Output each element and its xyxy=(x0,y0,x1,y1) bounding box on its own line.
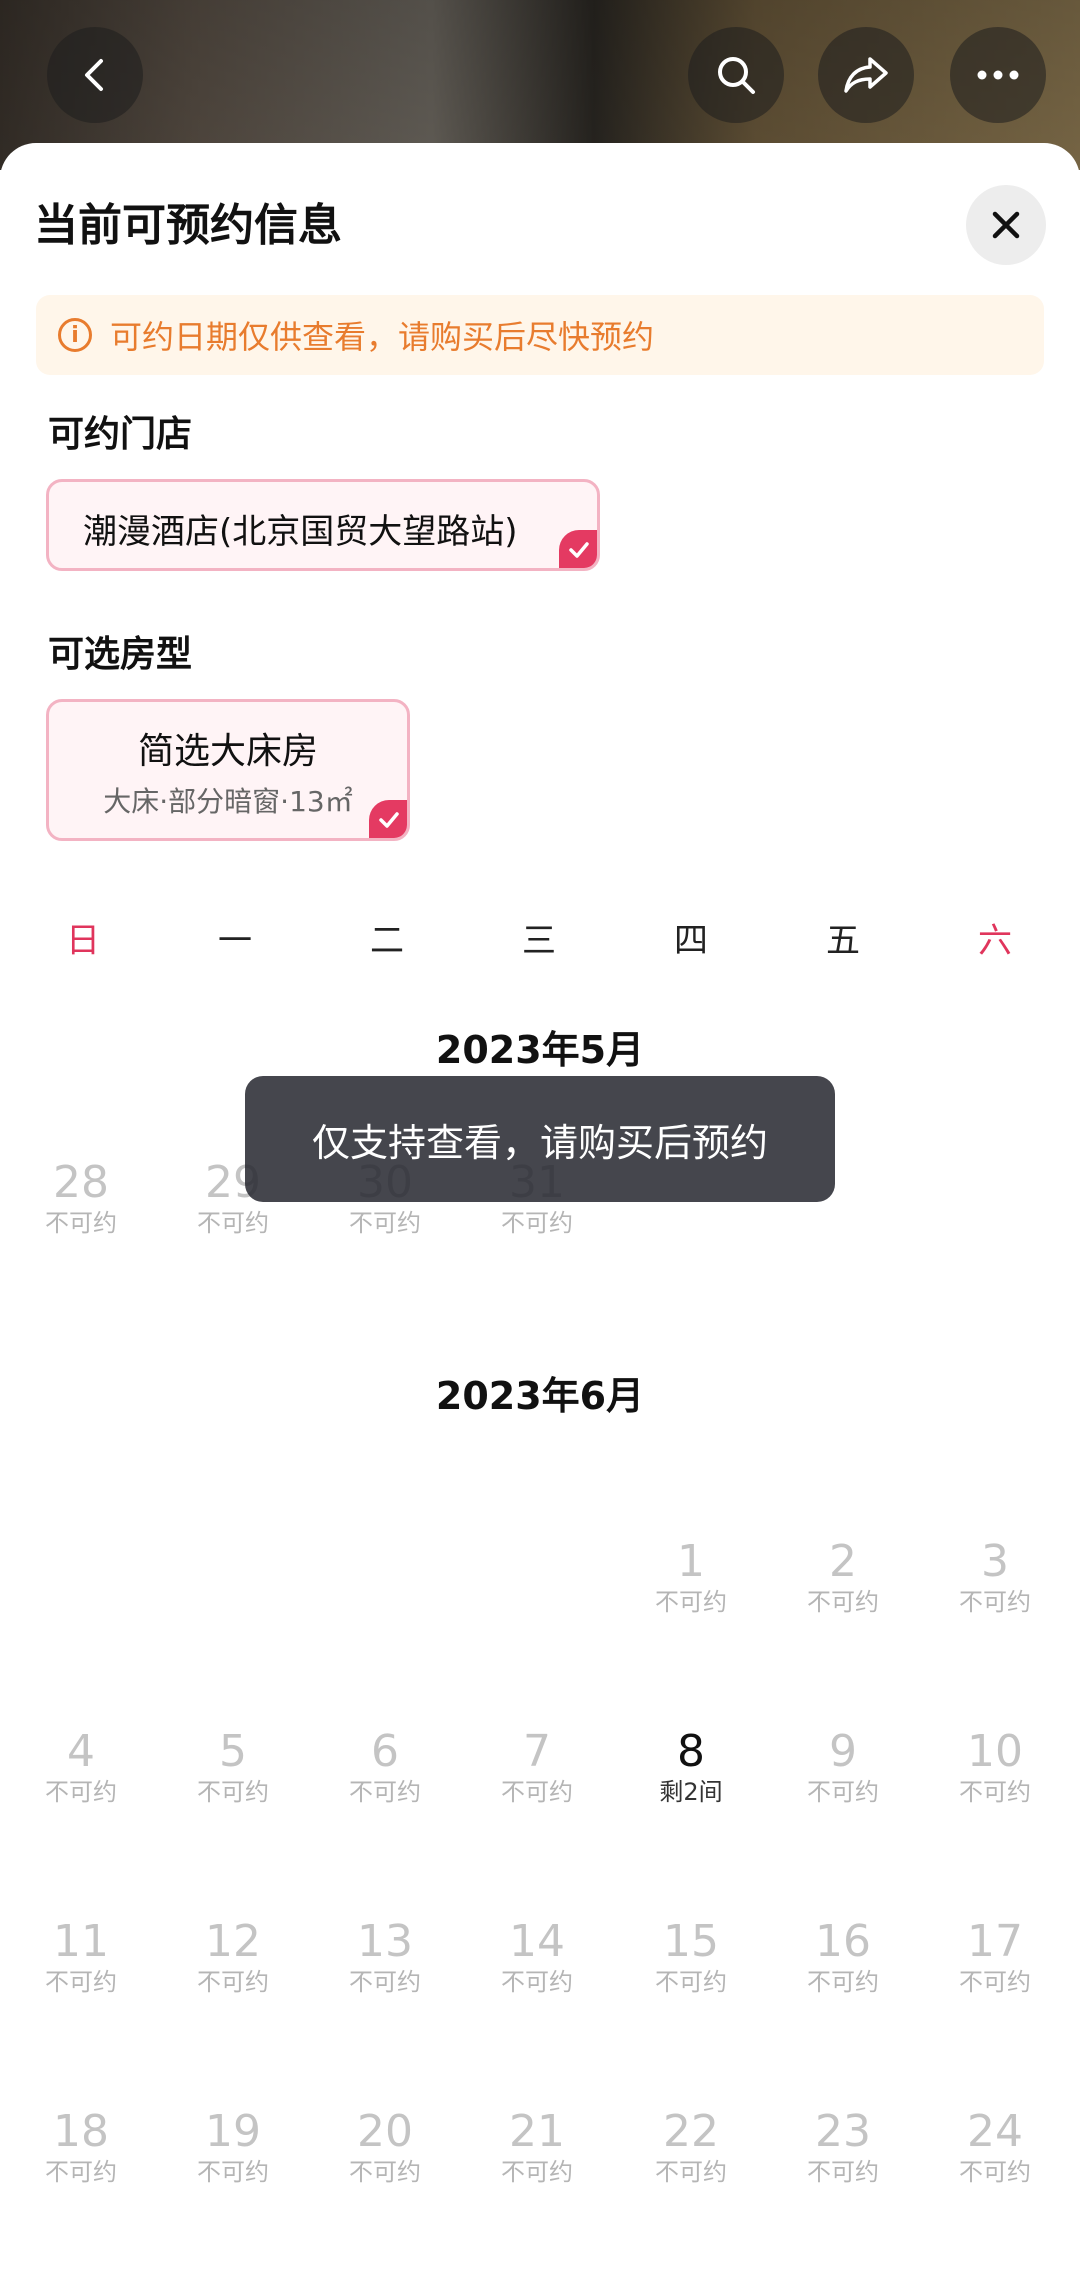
day-cell[interactable]: 3 不可约 xyxy=(919,1538,1071,1618)
day-cell[interactable]: 19 不可约 xyxy=(157,2108,309,2188)
more-button[interactable] xyxy=(950,27,1046,123)
search-button[interactable] xyxy=(688,27,784,123)
day-cell[interactable]: 14 不可约 xyxy=(461,1918,613,1998)
selected-check xyxy=(369,800,407,838)
day-cell-available[interactable]: 8 剩2间 xyxy=(615,1728,767,1808)
day-cell[interactable]: 15 不可约 xyxy=(615,1918,767,1998)
day-cell[interactable]: 22 不可约 xyxy=(615,2108,767,2188)
day-cell[interactable]: 2 不可约 xyxy=(767,1538,919,1618)
room-option[interactable]: 简选大床房 大床·部分暗窗·13㎡ xyxy=(46,699,410,841)
day-cell[interactable]: 7 不可约 xyxy=(461,1728,613,1808)
day-cell[interactable]: 13 不可约 xyxy=(309,1918,461,1998)
share-button[interactable] xyxy=(818,27,914,123)
room-section-label: 可选房型 xyxy=(48,634,193,675)
close-icon xyxy=(992,211,1020,239)
day-cell[interactable]: 6 不可约 xyxy=(309,1728,461,1808)
day-cell[interactable]: 24 不可约 xyxy=(919,2108,1071,2188)
day-cell[interactable]: 11 不可约 xyxy=(5,1918,157,1998)
month-title-may: 2023年5月 xyxy=(435,1028,645,1072)
check-icon xyxy=(569,542,589,558)
weekday-tue: 二 xyxy=(370,921,404,961)
room-description: 大床·部分暗窗·13㎡ xyxy=(103,785,353,818)
store-name: 潮漫酒店(北京国贸大望路站) xyxy=(83,512,518,552)
back-icon xyxy=(85,59,103,91)
day-cell[interactable]: 16 不可约 xyxy=(767,1918,919,1998)
day-cell[interactable]: 1 不可约 xyxy=(615,1538,767,1618)
close-button[interactable] xyxy=(966,185,1046,265)
day-cell[interactable]: 23 不可约 xyxy=(767,2108,919,2188)
weekday-wed: 三 xyxy=(522,921,556,961)
day-cell[interactable]: 4 不可约 xyxy=(5,1728,157,1808)
notice-text: 可约日期仅供查看，请购买后尽快预约 xyxy=(110,318,655,356)
weekday-header: 日 一 二 三 四 五 六 xyxy=(0,913,1080,973)
check-icon xyxy=(379,812,399,828)
notice-banner: i 可约日期仅供查看，请购买后尽快预约 xyxy=(36,295,1044,375)
back-button[interactable] xyxy=(47,27,143,123)
store-option[interactable]: 潮漫酒店(北京国贸大望路站) xyxy=(46,479,600,571)
booking-info-sheet: 当前可预约信息 i 可约日期仅供查看，请购买后尽快预约 可约门店 潮漫酒店(北京… xyxy=(0,143,1080,2281)
day-cell[interactable]: 18 不可约 xyxy=(5,2108,157,2188)
day-cell[interactable]: 10 不可约 xyxy=(919,1728,1071,1808)
more-icon xyxy=(977,70,1019,80)
day-cell[interactable]: 9 不可约 xyxy=(767,1728,919,1808)
sheet-title: 当前可预约信息 xyxy=(34,200,342,251)
weekday-fri: 五 xyxy=(826,921,860,961)
day-cell[interactable]: 20 不可约 xyxy=(309,2108,461,2188)
day-cell[interactable]: 28 不可约 xyxy=(5,1159,157,1239)
weekday-thu: 四 xyxy=(674,921,708,961)
toast-message: 仅支持查看，请购买后预约 xyxy=(245,1076,835,1202)
room-name: 简选大床房 xyxy=(137,731,318,772)
weekday-sat: 六 xyxy=(978,921,1012,961)
info-icon: i xyxy=(58,318,92,352)
store-section-label: 可约门店 xyxy=(48,414,193,455)
weekday-mon: 一 xyxy=(218,921,252,961)
day-cell[interactable]: 12 不可约 xyxy=(157,1918,309,1998)
day-cell[interactable]: 21 不可约 xyxy=(461,2108,613,2188)
selected-check xyxy=(559,530,597,568)
day-cell[interactable]: 17 不可约 xyxy=(919,1918,1071,1998)
month-title-june: 2023年6月 xyxy=(435,1374,645,1418)
share-icon xyxy=(844,57,888,93)
search-icon xyxy=(718,57,755,94)
weekday-sun: 日 xyxy=(66,921,100,961)
day-cell[interactable]: 5 不可约 xyxy=(157,1728,309,1808)
